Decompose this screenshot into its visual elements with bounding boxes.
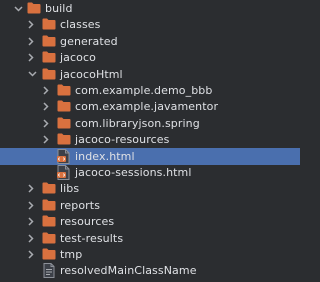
folder-icon xyxy=(42,199,56,212)
tree-item-reports[interactable]: reports xyxy=(0,197,300,214)
tree-item-jacoco-resources[interactable]: jacoco-resources xyxy=(0,131,300,148)
tree-item-label: jacocoHtml xyxy=(60,67,123,81)
tree-item-resources[interactable]: resources xyxy=(0,213,300,230)
tree-item-label: jacoco xyxy=(60,51,96,65)
tree-item-label: build xyxy=(45,2,73,15)
chevron-right-icon[interactable] xyxy=(41,82,51,99)
tree-item-jacoco[interactable]: jacoco xyxy=(0,49,300,66)
folder-icon xyxy=(42,215,56,228)
tree-item-label: com.example.demo_bbb xyxy=(75,84,213,97)
folder-icon xyxy=(57,133,71,146)
chevron-right-icon[interactable] xyxy=(26,33,36,50)
chevron-right-icon[interactable] xyxy=(41,131,51,148)
chevron-right-icon[interactable] xyxy=(26,49,36,66)
tree-item-tmp[interactable]: tmp xyxy=(0,246,300,263)
project-tree: build classes generated jacoco jacocoHtm… xyxy=(0,0,300,282)
tree-item-label: com.libraryjson.spring xyxy=(75,116,200,130)
folder-icon xyxy=(42,232,56,245)
tree-item-test-results[interactable]: test-results xyxy=(0,230,300,247)
tree-item-com-example-demo-bbb[interactable]: com.example.demo_bbb xyxy=(0,82,300,99)
tree-item-label: index.html xyxy=(75,149,135,163)
folder-icon xyxy=(42,18,56,31)
tree-item-label: jacoco-sessions.html xyxy=(75,166,192,179)
tree-item-label: reports xyxy=(60,198,101,212)
tree-item-jacoco-sessions-html[interactable]: jacoco-sessions.html xyxy=(0,164,300,181)
tree-item-com-libraryjson-spring[interactable]: com.libraryjson.spring xyxy=(0,115,300,132)
tree-item-label: generated xyxy=(60,34,118,48)
tree-item-label: test-results xyxy=(60,231,124,245)
folder-icon xyxy=(27,2,41,15)
chevron-right-icon[interactable] xyxy=(26,246,36,263)
chevron-right-icon[interactable] xyxy=(41,98,51,115)
tree-item-label: jacoco-resources xyxy=(75,133,170,147)
chevron-down-icon[interactable] xyxy=(13,0,23,17)
folder-icon xyxy=(42,68,56,81)
chevron-right-icon[interactable] xyxy=(26,180,36,197)
html-file-icon xyxy=(57,165,71,180)
chevron-right-icon[interactable] xyxy=(26,213,36,230)
folder-icon xyxy=(57,117,71,130)
tree-item-label: com.example.javamentor xyxy=(75,100,219,114)
html-file-icon xyxy=(57,148,71,164)
chevron-right-icon[interactable] xyxy=(26,197,36,214)
chevron-right-icon[interactable] xyxy=(41,115,51,132)
text-file-icon xyxy=(43,263,57,279)
folder-icon xyxy=(42,182,56,195)
tree-item-label: libs xyxy=(60,182,80,196)
folder-icon xyxy=(57,84,71,97)
tree-item-label: tmp xyxy=(60,248,83,261)
tree-item-index-html[interactable]: index.html xyxy=(0,147,300,165)
tree-item-jacocoHtml[interactable]: jacocoHtml xyxy=(0,66,300,83)
folder-icon xyxy=(57,100,71,113)
tree-item-label: classes xyxy=(60,18,101,32)
folder-icon xyxy=(42,51,56,64)
folder-icon xyxy=(42,35,56,48)
tree-item-generated[interactable]: generated xyxy=(0,33,300,50)
chevron-right-icon[interactable] xyxy=(26,16,36,33)
folder-icon xyxy=(42,248,56,261)
tree-item-label: resolvedMainClassName xyxy=(60,264,197,278)
chevron-down-icon[interactable] xyxy=(27,66,37,83)
tree-item-build[interactable]: build xyxy=(0,0,300,17)
tree-item-libs[interactable]: libs xyxy=(0,180,300,197)
tree-item-classes[interactable]: classes xyxy=(0,16,300,33)
tree-item-label: resources xyxy=(60,215,115,229)
tree-item-resolvedMainClassName[interactable]: resolvedMainClassName xyxy=(0,262,300,279)
chevron-right-icon[interactable] xyxy=(26,230,36,247)
tree-item-com-example-javamentor[interactable]: com.example.javamentor xyxy=(0,98,300,115)
